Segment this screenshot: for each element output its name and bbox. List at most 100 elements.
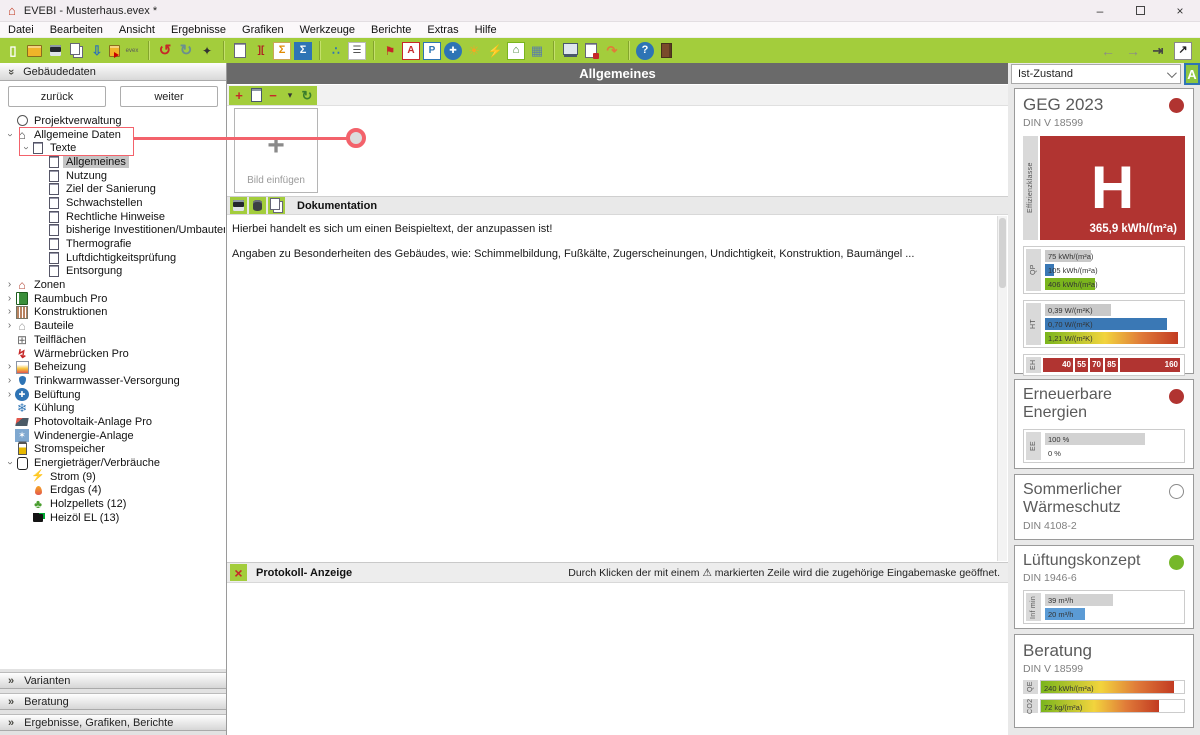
paste-icon[interactable] (248, 87, 264, 103)
tree-item-ziel-der-sanierung[interactable]: Ziel der Sanierung (0, 182, 225, 196)
window-grid-icon[interactable]: ▦ (528, 42, 546, 60)
nav-goto-icon[interactable]: ⇥ (1149, 42, 1167, 60)
tree-item-energieträger-verbräuche[interactable]: ›Energieträger/Verbräuche (0, 456, 225, 470)
tree-item-konstruktionen[interactable]: ›Konstruktionen (0, 306, 225, 320)
tree-item-allgemeine-daten[interactable]: ›⌂Allgemeine Daten (0, 128, 225, 142)
import-icon[interactable]: ⇩ (88, 42, 106, 60)
open-folder-icon[interactable] (25, 42, 43, 60)
tree-expander-icon[interactable]: › (4, 280, 15, 290)
tree-item-beheizung[interactable]: ›Beheizung (0, 360, 225, 374)
menu-item-hilfe[interactable]: Hilfe (467, 24, 505, 36)
tree-item-zonen[interactable]: ›⌂Zonen (0, 278, 225, 292)
tree-item-raumbuch-pro[interactable]: ›Raumbuch Pro (0, 292, 225, 306)
tree-item-thermografie[interactable]: Thermografie (0, 237, 225, 251)
marker-flag-icon[interactable]: ⚑ (381, 42, 399, 60)
trend-chart-icon[interactable]: ↗ (1174, 42, 1192, 60)
bolt-icon[interactable]: ⚡ (486, 42, 504, 60)
accordion-varianten[interactable]: »Varianten (0, 672, 226, 689)
tree-item-holzpellets-12[interactable]: ♣Holzpellets (12) (0, 497, 225, 511)
a-badge-icon[interactable]: A (402, 42, 420, 60)
tree-item-trinkwarmwasser-versorgung[interactable]: ›Trinkwarmwasser-Versorgung (0, 374, 225, 388)
dropdown-caret-icon[interactable]: ▾ (282, 87, 298, 103)
building-geometry-icon[interactable]: ][ (252, 42, 270, 60)
menu-item-extras[interactable]: Extras (419, 24, 466, 36)
report-doc-icon[interactable] (231, 42, 249, 60)
new-file-icon[interactable]: ▯ (4, 42, 22, 60)
tree-item-nutzung[interactable]: Nutzung (0, 169, 225, 183)
next-button[interactable]: weiter (120, 86, 218, 107)
remove-row-icon[interactable]: − (265, 87, 281, 103)
tree-expander-icon[interactable]: › (5, 458, 15, 469)
tree-item-luftdichtigkeitsprüfung[interactable]: Luftdichtigkeitsprüfung (0, 251, 225, 265)
close-button[interactable]: × (1160, 4, 1200, 18)
menu-item-bearbeiten[interactable]: Bearbeiten (42, 24, 111, 36)
p-badge-icon[interactable]: P (423, 42, 441, 60)
doc-toolbar-button[interactable] (249, 197, 266, 214)
flowchart-icon[interactable]: ∴ (327, 42, 345, 60)
tree-item-bisherige-investitionen-umbauten[interactable]: bisherige Investitionen/Umbauten (0, 224, 225, 238)
tree-item-erdgas-4[interactable]: Erdgas (4) (0, 484, 225, 498)
sum-orange-icon[interactable]: Σ (273, 42, 291, 60)
curve-icon[interactable]: ↷ (603, 42, 621, 60)
tree-item-rechtliche-hinweise[interactable]: Rechtliche Hinweise (0, 210, 225, 224)
house-energy-icon[interactable]: ⌂ (507, 42, 525, 60)
tree-item-stromspeicher[interactable]: Stromspeicher (0, 443, 225, 457)
tree-item-schwachstellen[interactable]: Schwachstellen (0, 196, 225, 210)
accordion-beratung[interactable]: »Beratung (0, 693, 226, 710)
tree-expander-icon[interactable]: › (4, 321, 15, 331)
tree-item-bauteile[interactable]: ›⌂Bauteile (0, 319, 225, 333)
nav-forward-icon[interactable]: → (1124, 42, 1142, 60)
redo-icon[interactable]: ↻ (177, 42, 195, 60)
tree-expander-icon[interactable]: › (4, 376, 15, 386)
menu-item-ansicht[interactable]: Ansicht (111, 24, 163, 36)
save-icon[interactable] (46, 42, 64, 60)
protokoll-close-button[interactable]: × (230, 564, 247, 581)
tree-item-entsorgung[interactable]: Entsorgung (0, 265, 225, 279)
accordion-ergebnisse-grafiken-berichte[interactable]: »Ergebnisse, Grafiken, Berichte (0, 714, 226, 731)
report-error-icon[interactable] (582, 42, 600, 60)
sum-blue-icon[interactable]: Σ (294, 42, 312, 60)
tree-expander-icon[interactable]: › (21, 143, 31, 154)
replace-icon[interactable]: ↻ (299, 87, 315, 103)
nav-back-icon[interactable]: ← (1099, 42, 1117, 60)
tree-item-projektverwaltung[interactable]: Projektverwaltung (0, 114, 225, 128)
tree-expander-icon[interactable]: › (4, 362, 15, 372)
tree-expander-icon[interactable]: › (5, 129, 15, 140)
back-button[interactable]: zurück (8, 86, 106, 107)
tree-expander-icon[interactable]: › (4, 307, 15, 317)
menu-item-grafiken[interactable]: Grafiken (234, 24, 292, 36)
insert-row-icon[interactable]: + (231, 87, 247, 103)
exit-door-icon[interactable] (657, 42, 675, 60)
doc-toolbar-button[interactable] (268, 197, 285, 214)
minimize-button[interactable]: – (1080, 4, 1120, 18)
tree-expander-icon[interactable]: › (4, 390, 15, 400)
list-outline-icon[interactable]: ☰ (348, 42, 366, 60)
evex-badge-icon[interactable]: evex (123, 42, 141, 60)
sun-icon[interactable]: ☀ (465, 42, 483, 60)
sidebar-header[interactable]: » Gebäudedaten (0, 63, 226, 81)
tree-item-wärmebrücken-pro[interactable]: ↯Wärmebrücken Pro (0, 347, 225, 361)
documentation-text[interactable]: Hierbei handelt es sich um einen Beispie… (227, 216, 997, 561)
help-icon[interactable]: ? (636, 42, 654, 60)
undo-icon[interactable]: ↺ (156, 42, 174, 60)
doc-toolbar-button[interactable] (230, 197, 247, 214)
tree-expander-icon[interactable]: › (4, 294, 15, 304)
tree-item-belüftung[interactable]: ›✚Belüftung (0, 388, 225, 402)
menu-item-datei[interactable]: Datei (0, 24, 42, 36)
menu-item-werkzeuge[interactable]: Werkzeuge (292, 24, 363, 36)
fan-icon[interactable]: ✚ (444, 42, 462, 60)
tree-item-allgemeines[interactable]: Allgemeines (0, 155, 225, 169)
tree-item-photovoltaik-anlage-pro[interactable]: Photovoltaik-Anlage Pro (0, 415, 225, 429)
computer-report-icon[interactable] (561, 42, 579, 60)
tree-item-strom-9[interactable]: ⚡Strom (9) (0, 470, 225, 484)
export-folder-icon[interactable] (109, 42, 120, 60)
tree-item-texte[interactable]: ›Texte (0, 141, 225, 155)
tree-item-heizöl-el-13[interactable]: Heizöl EL (13) (0, 511, 225, 525)
copy-icon[interactable] (67, 42, 85, 60)
menu-item-berichte[interactable]: Berichte (363, 24, 419, 36)
content-scrollbar[interactable] (997, 216, 1007, 561)
state-select[interactable]: Ist-Zustand (1011, 64, 1181, 84)
image-placeholder[interactable]: + Bild einfügen (234, 108, 318, 193)
a-button[interactable]: A (1184, 63, 1200, 85)
wizard-icon[interactable]: ✦ (198, 42, 216, 60)
